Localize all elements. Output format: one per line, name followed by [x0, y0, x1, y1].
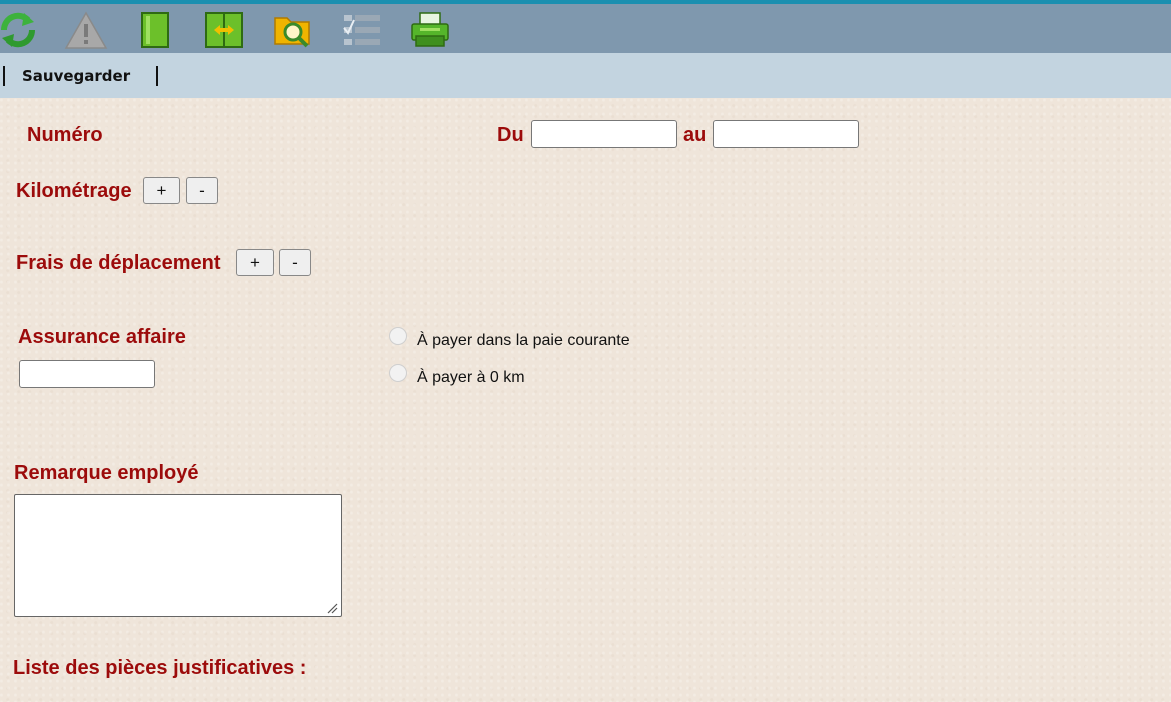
save-button[interactable]: Sauvegarder — [22, 66, 130, 86]
kilometrage-label: Kilométrage — [16, 180, 132, 202]
action-bar — [0, 53, 1171, 98]
date-to-input[interactable] — [713, 120, 859, 148]
pay-current-radio[interactable] — [389, 327, 407, 345]
frais-remove-button[interactable]: - — [279, 249, 311, 276]
pay-current-label: À payer dans la paie courante — [417, 332, 630, 349]
assurance-input[interactable] — [19, 360, 155, 388]
split-panel-icon[interactable] — [202, 10, 246, 50]
warning-icon[interactable] — [64, 10, 108, 50]
date-from-input[interactable] — [531, 120, 677, 148]
checklist-icon[interactable] — [340, 10, 384, 50]
numero-label: Numéro — [27, 124, 103, 146]
pay-zero-km-label: À payer à 0 km — [417, 369, 525, 386]
single-panel-icon[interactable] — [134, 10, 178, 50]
date-to-label: au — [683, 124, 707, 146]
frais-add-button[interactable]: + — [236, 249, 274, 276]
remarque-textarea[interactable] — [14, 494, 342, 617]
date-from-label: Du — [497, 124, 524, 146]
pay-zero-km-radio[interactable] — [389, 364, 407, 382]
frais-label: Frais de déplacement — [16, 252, 221, 274]
printer-icon[interactable] — [408, 10, 452, 50]
folder-search-icon[interactable] — [271, 10, 315, 50]
action-separator — [156, 66, 158, 86]
action-separator — [3, 66, 5, 86]
kilometrage-remove-button[interactable]: - — [186, 177, 218, 204]
assurance-label: Assurance affaire — [18, 326, 186, 348]
kilometrage-add-button[interactable]: + — [143, 177, 180, 204]
toolbar — [0, 4, 1171, 53]
refresh-icon[interactable] — [0, 10, 40, 50]
resize-grip-icon[interactable] — [326, 602, 338, 614]
pieces-justificatives-label: Liste des pièces justificatives : — [13, 657, 307, 679]
remarque-label: Remarque employé — [14, 462, 199, 484]
